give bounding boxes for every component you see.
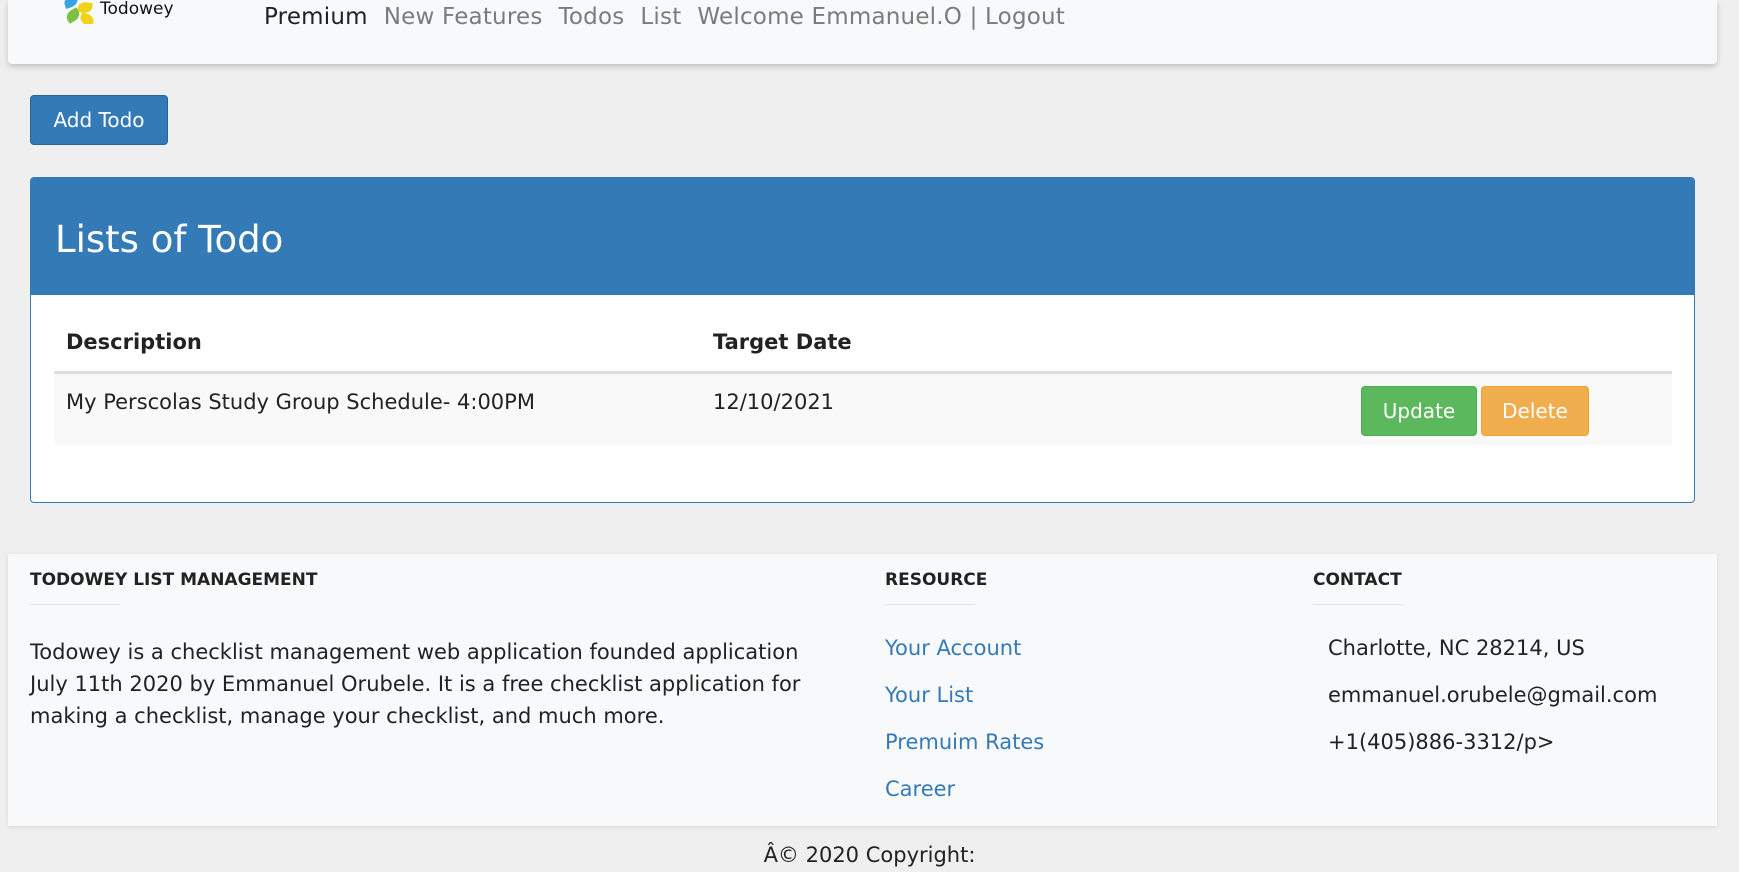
footer-link-your-account[interactable]: Your Account — [885, 636, 1044, 683]
brand-name: Todowey — [100, 0, 174, 19]
footer-link-your-list[interactable]: Your List — [885, 683, 1044, 730]
column-header-target-date: Target Date — [701, 313, 1010, 374]
delete-button[interactable]: Delete — [1481, 385, 1589, 436]
navbar: Todowey Premium New Features Todos List … — [8, 0, 1717, 64]
panel-title: Lists of Todo — [31, 178, 1694, 295]
copyright: Â© 2020 Copyright: — [763, 843, 976, 867]
todowey-logo-icon — [60, 0, 96, 24]
footer-resource-section: RESOURCE Your Account Your List Premuim … — [885, 570, 1044, 824]
todo-table: Description Target Date My Perscolas Stu… — [54, 313, 1672, 445]
nav-link-premium[interactable]: Premium — [264, 4, 368, 30]
footer-link-career[interactable]: Career — [885, 777, 1044, 824]
brand[interactable]: Todowey — [60, 0, 174, 24]
column-header-actions — [1009, 313, 1672, 374]
footer-link-premium-rates[interactable]: Premuim Rates — [885, 730, 1044, 777]
contact-address: Charlotte, NC 28214, US — [1328, 636, 1585, 660]
column-header-description: Description — [54, 313, 701, 374]
divider — [1313, 604, 1403, 605]
footer-about-text: Todowey is a checklist management web ap… — [30, 640, 801, 728]
nav-links: Premium New Features Todos List Welcome … — [264, 4, 1081, 30]
contact-email: emmanuel.orubele@gmail.com — [1328, 683, 1658, 707]
footer-contact-section: CONTACT Charlotte, NC 28214, US emmanuel… — [1313, 570, 1657, 777]
divider — [885, 604, 975, 605]
todo-list-panel: Lists of Todo Description Target Date My… — [30, 177, 1695, 503]
row-actions: Update Delete — [1009, 372, 1672, 445]
footer-contact-title: CONTACT — [1313, 570, 1402, 590]
footer-resource-title: RESOURCE — [885, 570, 988, 590]
todo-description: My Perscolas Study Group Schedule- 4:00P… — [54, 372, 701, 445]
divider — [30, 604, 120, 605]
footer: TODOWEY LIST MANAGEMENT Todowey is a che… — [8, 554, 1717, 826]
add-todo-button[interactable]: Add Todo — [30, 95, 168, 145]
table-header-row: Description Target Date — [54, 313, 1672, 374]
resource-links: Your Account Your List Premuim Rates Car… — [885, 636, 1044, 824]
footer-about-title: TODOWEY LIST MANAGEMENT — [30, 570, 318, 590]
nav-link-list[interactable]: List — [640, 4, 681, 30]
nav-link-new-features[interactable]: New Features — [384, 4, 543, 30]
contact-info: Charlotte, NC 28214, US emmanuel.orubele… — [1313, 636, 1657, 777]
contact-phone: +1(405)886-3312/p> — [1328, 730, 1555, 754]
todo-target-date: 12/10/2021 — [701, 372, 1010, 445]
nav-link-todos[interactable]: Todos — [559, 4, 625, 30]
nav-link-welcome-logout[interactable]: Welcome Emmanuel.O | Logout — [697, 4, 1065, 30]
update-button[interactable]: Update — [1361, 385, 1477, 436]
table-row: My Perscolas Study Group Schedule- 4:00P… — [54, 372, 1672, 445]
footer-about-section: TODOWEY LIST MANAGEMENT Todowey is a che… — [30, 570, 820, 732]
